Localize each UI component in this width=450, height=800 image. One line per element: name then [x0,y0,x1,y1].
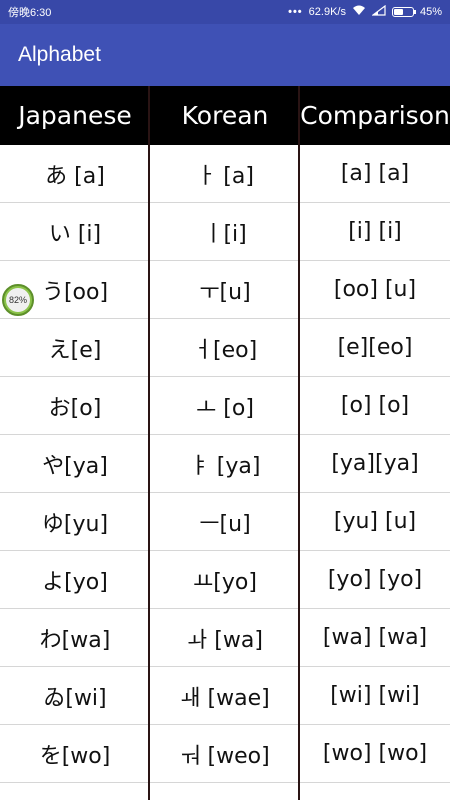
status-bar: 傍晚6:30 ••• 62.9K/s 45% [0,0,450,24]
table-row[interactable]: え[e] ㅓ[eo] [e][eo] [0,319,450,377]
alphabet-table[interactable]: Japanese Korean Comparison あ [a] ㅏ [a] [… [0,86,450,800]
table-row[interactable]: よ[yo] ㅛ[yo] [yo] [yo] [0,551,450,609]
japanese-cell: や[ya] [42,453,108,479]
status-time: 傍晚6:30 [8,7,52,19]
comparison-cell: [wi] [wi] [330,683,420,708]
table-row[interactable]: ゐ[wi] ㅙ [wae] [wi] [wi] [0,667,450,725]
korean-cell: ㅜ[u] [199,279,251,305]
comparison-cell: [i] [i] [348,219,402,244]
badge-percent: 82% [6,288,30,312]
korean-cell: ㅙ [wae] [180,685,270,711]
comparison-cell: [yu] [u] [333,509,417,534]
table-header: Japanese Korean Comparison [0,86,450,145]
header-comparison: Comparison [300,101,450,130]
japanese-cell: お[o] [48,395,102,421]
comparison-cell: [a] [a] [340,161,410,186]
network-speed: 62.9K/s [308,6,346,18]
floating-memory-badge[interactable]: 82% [2,284,34,316]
comparison-cell: [ya][ya] [331,451,419,476]
notification-dots: ••• [288,6,303,18]
column-divider [298,86,300,800]
korean-cell: ㅝ [weo] [180,743,270,769]
column-divider [148,86,150,800]
table-row[interactable]: い [i] ㅣ[i] [i] [i] [0,203,450,261]
table-row[interactable]: あ [a] ㅏ [a] [a] [a] [0,145,450,203]
header-japanese: Japanese [18,101,132,130]
battery-percent: 45% [419,6,442,18]
japanese-cell: を[wo] [39,743,111,769]
comparison-cell: [wo] [wo] [322,741,428,766]
japanese-cell: わ[wa] [39,627,111,653]
korean-cell: ㅣ[i] [203,221,247,247]
comparison-cell: [o] [o] [340,393,410,418]
korean-cell: ㅓ[eo] [192,337,258,363]
korean-cell: ㅗ [o] [196,395,254,421]
korean-cell: ㅛ[yo] [193,569,257,595]
japanese-cell: あ [a] [45,163,105,189]
japanese-cell: ゐ[wi] [43,685,107,711]
table-row[interactable]: ゆ[yu] ㅡ[u] [yu] [u] [0,493,450,551]
japanese-cell: よ[yo] [42,569,108,595]
signal-icon [371,4,386,19]
comparison-cell: [e][eo] [337,335,413,360]
app-bar: Alphabet [0,24,450,86]
table-row[interactable]: お[o] ㅗ [o] [o] [o] [0,377,450,435]
header-korean: Korean [181,101,269,130]
korean-cell: ㅘ [wa] [187,627,263,653]
korean-cell: ㅑ [ya] [189,453,261,479]
app-title: Alphabet [18,43,101,66]
table-row[interactable]: を[wo] ㅝ [weo] [wo] [wo] [0,725,450,783]
table-body[interactable]: あ [a] ㅏ [a] [a] [a] い [i] ㅣ[i] [i] [i] う… [0,145,450,783]
korean-cell: ㅡ[u] [199,511,251,537]
comparison-cell: [wa] [wa] [322,625,428,650]
japanese-cell: い [i] [48,221,102,247]
japanese-cell: え[e] [48,337,102,363]
table-row[interactable]: や[ya] ㅑ [ya] [ya][ya] [0,435,450,493]
comparison-cell: [yo] [yo] [327,567,423,592]
table-row[interactable]: う[oo] ㅜ[u] [oo] [u] [0,261,450,319]
wifi-icon [352,5,366,19]
battery-icon [391,7,416,17]
table-row[interactable]: わ[wa] ㅘ [wa] [wa] [wa] [0,609,450,667]
japanese-cell: ゆ[yu] [41,511,109,537]
comparison-cell: [oo] [u] [333,277,417,302]
korean-cell: ㅏ [a] [196,163,254,189]
